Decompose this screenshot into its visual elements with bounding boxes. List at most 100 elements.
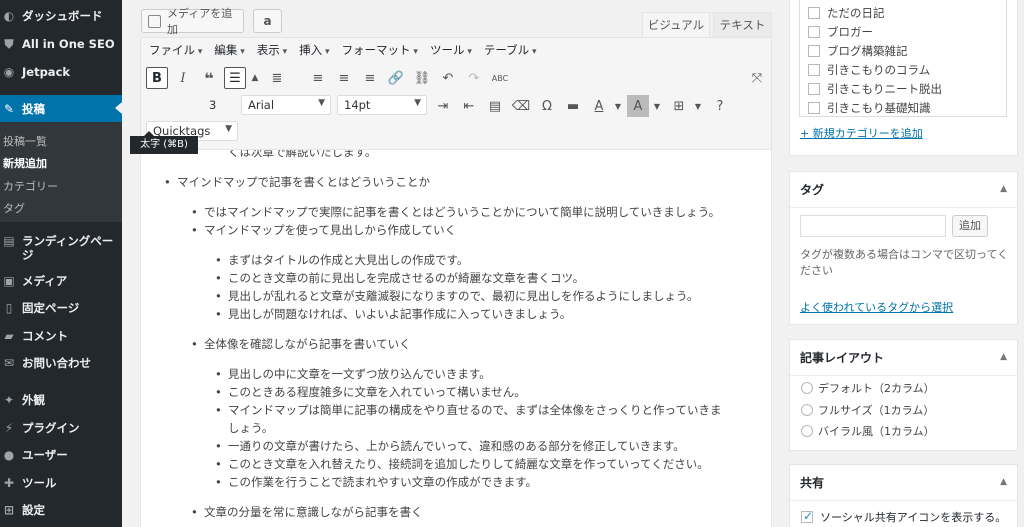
text-color-dropdown-icon[interactable]: ▼ (607, 95, 629, 117)
share-option[interactable]: ✓ ソーシャル共有アイコンを表示する。 (801, 509, 1006, 525)
indent-button[interactable]: ⇥ (432, 95, 454, 117)
list-item: マインドマップは簡単に記事の構成をやり直せるので、まずは全体像をさっくりと作って… (215, 402, 721, 418)
pushpin-icon: ✎ (3, 102, 15, 116)
category-checkbox[interactable] (808, 64, 820, 76)
undo-button[interactable]: ↶ (437, 67, 459, 89)
sidebar-item-plugins[interactable]: ⚡ プラグイン (0, 415, 122, 441)
horizontal-line-button[interactable]: ▬ (562, 95, 584, 117)
tools-icon: ✚ (3, 476, 15, 490)
redo-button[interactable]: ↷ (463, 67, 485, 89)
outdent-button[interactable]: ⇤ (458, 95, 480, 117)
submenu-categories[interactable]: カテゴリー (3, 178, 58, 194)
category-label: ブログ構築雑記 (827, 44, 908, 58)
blockquote-button[interactable]: ❝ (198, 67, 220, 89)
menu-format[interactable]: フォーマット (342, 42, 418, 58)
bold-button[interactable]: B (146, 67, 168, 89)
sidebar-item-contact[interactable]: ✉ お問い合わせ (0, 350, 122, 376)
clear-format-button[interactable]: ⌫ (510, 95, 532, 117)
paste-text-button[interactable]: ▤ (484, 95, 506, 117)
sidebar-item-pages[interactable]: ▯ 固定ページ (0, 295, 122, 321)
category-item[interactable]: ブロガー (808, 24, 873, 40)
amazon-button[interactable]: a (253, 9, 282, 33)
menu-view[interactable]: 表示 (257, 42, 287, 58)
unlink-button[interactable]: ⛓ (411, 67, 433, 89)
numbered-list-button[interactable]: ≣ (266, 67, 288, 89)
align-left-button[interactable]: ≡ (307, 67, 329, 89)
submenu-add-new[interactable]: 新規追加 (3, 155, 47, 171)
menu-edit[interactable]: 編集 (214, 42, 244, 58)
special-char-button[interactable]: Ω (536, 95, 558, 117)
italic-button[interactable]: I (172, 67, 194, 89)
layout-option[interactable]: デフォルト（2カラム） (801, 380, 935, 396)
menu-tools[interactable]: ツール (430, 42, 472, 58)
bullet-list-button[interactable]: ☰ (224, 67, 246, 89)
popular-tags-link[interactable]: よく使われているタグから選択 (800, 299, 953, 315)
layout-option[interactable]: フルサイズ（1カラム） (801, 402, 934, 418)
sidebar-item-label: お問い合わせ (22, 356, 91, 370)
tag-input[interactable] (800, 215, 946, 237)
help-icon[interactable]: ? (709, 95, 731, 117)
heading-select[interactable]: 3 (203, 95, 236, 115)
dashboard-icon: ◐ (3, 9, 15, 23)
tags-box-header[interactable]: タグ ▲ (790, 172, 1017, 208)
editor-content[interactable]: くは次章で解説いたします。 マインドマップで記事を書くとはどういうことか ではマ… (140, 150, 772, 527)
sidebar-item-all-in-one-seo[interactable]: ⛊ All in One SEO (0, 31, 122, 57)
submenu-tags[interactable]: タグ (3, 200, 25, 216)
checkmark-icon: ✓ (803, 509, 814, 523)
menu-insert[interactable]: 挿入 (299, 42, 329, 58)
sidebar-item-posts[interactable]: ✎ 投稿 (0, 95, 122, 123)
share-checkbox[interactable]: ✓ (801, 509, 814, 523)
list-item: マインドマップで記事を書くとはどういうことか (164, 174, 430, 190)
bullet-list-dropdown-icon[interactable]: ▲ (244, 67, 266, 89)
layout-radio[interactable] (801, 382, 813, 394)
font-family-select[interactable]: Arial ▼ (241, 95, 331, 115)
font-size-select[interactable]: 14pt ▼ (337, 95, 427, 115)
table-dropdown-icon[interactable]: ▼ (687, 95, 709, 117)
submenu-all-posts[interactable]: 投稿一覧 (3, 133, 47, 149)
fullscreen-button[interactable]: ⤧ (746, 67, 768, 89)
category-checkbox[interactable] (808, 45, 820, 57)
category-checkbox[interactable] (808, 26, 820, 38)
add-tag-button[interactable]: 追加 (952, 215, 988, 237)
tab-visual[interactable]: ビジュアル (642, 12, 710, 37)
sidebar-item-settings[interactable]: ⊞ 設定 (0, 497, 122, 523)
layout-box: 記事レイアウト ▲ デフォルト（2カラム） フルサイズ（1カラム） バイラル風（1… (789, 339, 1018, 451)
bg-color-dropdown-icon[interactable]: ▼ (646, 95, 668, 117)
category-item[interactable]: 引きこもり基礎知識 (808, 100, 931, 116)
layout-option[interactable]: バイラル風（1カラム） (801, 423, 935, 439)
category-item[interactable]: 引きこもりのコラム (808, 62, 930, 78)
sidebar-item-users[interactable]: ● ユーザー (0, 442, 122, 468)
sidebar-item-label: ランディングページ (22, 234, 114, 262)
layout-radio[interactable] (801, 404, 813, 416)
category-item[interactable]: 引きこもりニート脱出 (808, 81, 942, 97)
align-right-button[interactable]: ≡ (359, 67, 381, 89)
sidebar-item-landing-page[interactable]: ▤ ランディングページ (0, 228, 122, 264)
spellcheck-button[interactable]: ABC (489, 67, 511, 89)
share-box-header[interactable]: 共有 ▲ (790, 465, 1017, 501)
collapse-arrow-icon[interactable]: ▲ (1000, 352, 1007, 362)
sidebar-item-comments[interactable]: ▰ コメント (0, 323, 122, 349)
category-item[interactable]: ただの日記 (808, 5, 885, 21)
sidebar-item-dashboard[interactable]: ◐ ダッシュボード (0, 3, 122, 29)
add-category-link[interactable]: + 新規カテゴリーを追加 (800, 125, 923, 141)
sidebar-item-jetpack[interactable]: ◉ Jetpack (0, 59, 122, 85)
category-checkbox[interactable] (808, 102, 820, 114)
align-center-button[interactable]: ≡ (333, 67, 355, 89)
list-item: この作業を行うことで読まれやすい文章の作成ができます。 (215, 474, 537, 490)
menu-file[interactable]: ファイル (149, 42, 202, 58)
menu-table[interactable]: テーブル (484, 42, 537, 58)
tab-text[interactable]: テキスト (713, 12, 772, 37)
collapse-arrow-icon[interactable]: ▲ (1000, 184, 1007, 194)
sidebar-item-tools[interactable]: ✚ ツール (0, 470, 122, 496)
sidebar-item-media[interactable]: ▣ メディア (0, 268, 122, 294)
sidebar-item-appearance[interactable]: ✦ 外観 (0, 387, 122, 413)
sidebar-item-label: コメント (22, 329, 68, 343)
category-checkbox[interactable] (808, 7, 820, 19)
category-item[interactable]: ブログ構築雑記 (808, 43, 908, 59)
category-checkbox[interactable] (808, 83, 820, 95)
layout-box-header[interactable]: 記事レイアウト ▲ (790, 340, 1017, 376)
collapse-arrow-icon[interactable]: ▲ (1000, 477, 1007, 487)
layout-radio[interactable] (801, 425, 813, 437)
link-button[interactable]: 🔗 (385, 67, 407, 89)
add-media-button[interactable]: メディアを追加 (141, 7, 244, 36)
